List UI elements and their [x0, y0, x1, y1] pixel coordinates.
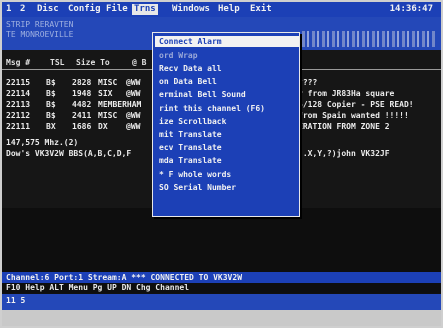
row-num: 22113: [6, 100, 31, 109]
menu-channel-1[interactable]: 1: [6, 4, 11, 15]
row-size: 4482: [72, 100, 92, 109]
row-at: @WW: [126, 111, 141, 120]
row-tsl: B$: [46, 100, 56, 109]
channel-status-text: Channel:6 Port:1 Stream:A *** CONNECTED …: [6, 273, 243, 282]
menu-item-whole-words[interactable]: * F whole words: [155, 169, 299, 180]
row-subject: y from JR83Ha square: [298, 89, 395, 98]
row-at: @WW: [126, 78, 141, 87]
row-to: MEMBERHAM: [98, 100, 142, 109]
menu-trns[interactable]: Trns: [132, 4, 158, 15]
menu-item-xmit-translate[interactable]: mit Translate: [155, 129, 299, 140]
key-help-bar: F10 Help ALT Menu Pg UP DN Chg Channel: [2, 283, 441, 293]
menu-channel-2[interactable]: 2: [20, 4, 25, 15]
row-num: 22114: [6, 89, 31, 98]
header-size-to: Size To: [76, 58, 110, 67]
menu-item-scrollback[interactable]: ize Scrollback: [155, 116, 299, 127]
row-subject: from Spain wanted !!!!!: [298, 111, 409, 120]
frequency-line: 147,575 Mhz.(2): [6, 138, 79, 147]
menu-item-recv-data-all[interactable]: Recv Data all: [155, 63, 299, 74]
row-size: 2828: [72, 78, 92, 87]
row-to: MISC: [98, 111, 118, 120]
row-size: 1948: [72, 89, 92, 98]
menu-item-terminal-bell[interactable]: erminal Bell Sound: [155, 89, 299, 100]
menu-windows[interactable]: Windows: [172, 4, 210, 15]
menu-config[interactable]: Config: [68, 4, 101, 15]
row-size: 1686: [72, 122, 92, 131]
terminal-screen: 1 2 Disc Config File Trns Windows Help E…: [2, 2, 441, 326]
row-subject: 4/128 Copier - PSE READ!: [298, 100, 414, 109]
menu-disc[interactable]: Disc: [37, 4, 59, 15]
row-tsl: B$: [46, 78, 56, 87]
row-size: 2411: [72, 111, 92, 120]
menu-exit[interactable]: Exit: [250, 4, 272, 15]
output-pane[interactable]: [2, 208, 441, 272]
clock-readout: 14:36:47: [389, 4, 433, 14]
menu-item-data-bell[interactable]: on Data Bell: [155, 76, 299, 87]
row-at: @WW: [126, 122, 141, 131]
menu-file[interactable]: File: [106, 4, 128, 15]
row-to: DX: [98, 122, 108, 131]
row-num: 22115: [6, 78, 31, 87]
menu-item-print-channel[interactable]: rint this channel (F6): [155, 103, 299, 114]
channel-status-bar: Channel:6 Port:1 Stream:A *** CONNECTED …: [2, 272, 441, 283]
monitor-line: STRIP RERAVTEN: [6, 20, 74, 29]
row-tsl: BX: [46, 122, 56, 131]
monitor-line: TE MONROEVILLE: [6, 30, 74, 39]
row-num: 22111: [6, 122, 31, 131]
header-tsl: TSL: [50, 58, 65, 67]
trns-dropdown-menu: Connect Alarm ord Wrap Recv Data all on …: [152, 32, 300, 217]
header-at: @ B: [132, 58, 147, 67]
row-to: MISC: [98, 78, 118, 87]
menu-item-connect-alarm[interactable]: Connect Alarm: [155, 36, 299, 47]
menu-item-recv-translate[interactable]: ecv Translate: [155, 142, 299, 153]
bottom-strip: [2, 310, 441, 326]
row-num: 22112: [6, 111, 31, 120]
row-subject: ERATION FROM ZONE 2: [298, 122, 390, 131]
bbs-prompt-line: Dow's VK3V2W BBS(A,B,C,D,F: [6, 149, 132, 158]
key-help-text: F10 Help ALT Menu Pg UP DN Chg Channel: [6, 283, 190, 292]
menu-item-serial-number[interactable]: SO Serial Number: [155, 182, 299, 193]
monitor-garble: [302, 31, 437, 47]
row-to: SIX: [98, 89, 113, 98]
menu-item-cmd-translate[interactable]: mda Translate: [155, 155, 299, 166]
menu-item-word-wrap[interactable]: ord Wrap: [155, 50, 299, 61]
command-input-text: 11 5: [6, 296, 26, 305]
row-tsl: B$: [46, 111, 56, 120]
menu-help[interactable]: Help: [218, 4, 240, 15]
row-subject: ????: [298, 78, 318, 87]
row-tsl: B$: [46, 89, 56, 98]
row-at: @WW: [126, 89, 141, 98]
header-msg: Msg #: [6, 58, 31, 67]
command-input[interactable]: 11 5: [2, 294, 441, 310]
bbs-prompt-tail: ..X,Y,?)john VK32JF: [298, 149, 390, 158]
menu-bar: 1 2 Disc Config File Trns Windows Help E…: [2, 2, 441, 17]
